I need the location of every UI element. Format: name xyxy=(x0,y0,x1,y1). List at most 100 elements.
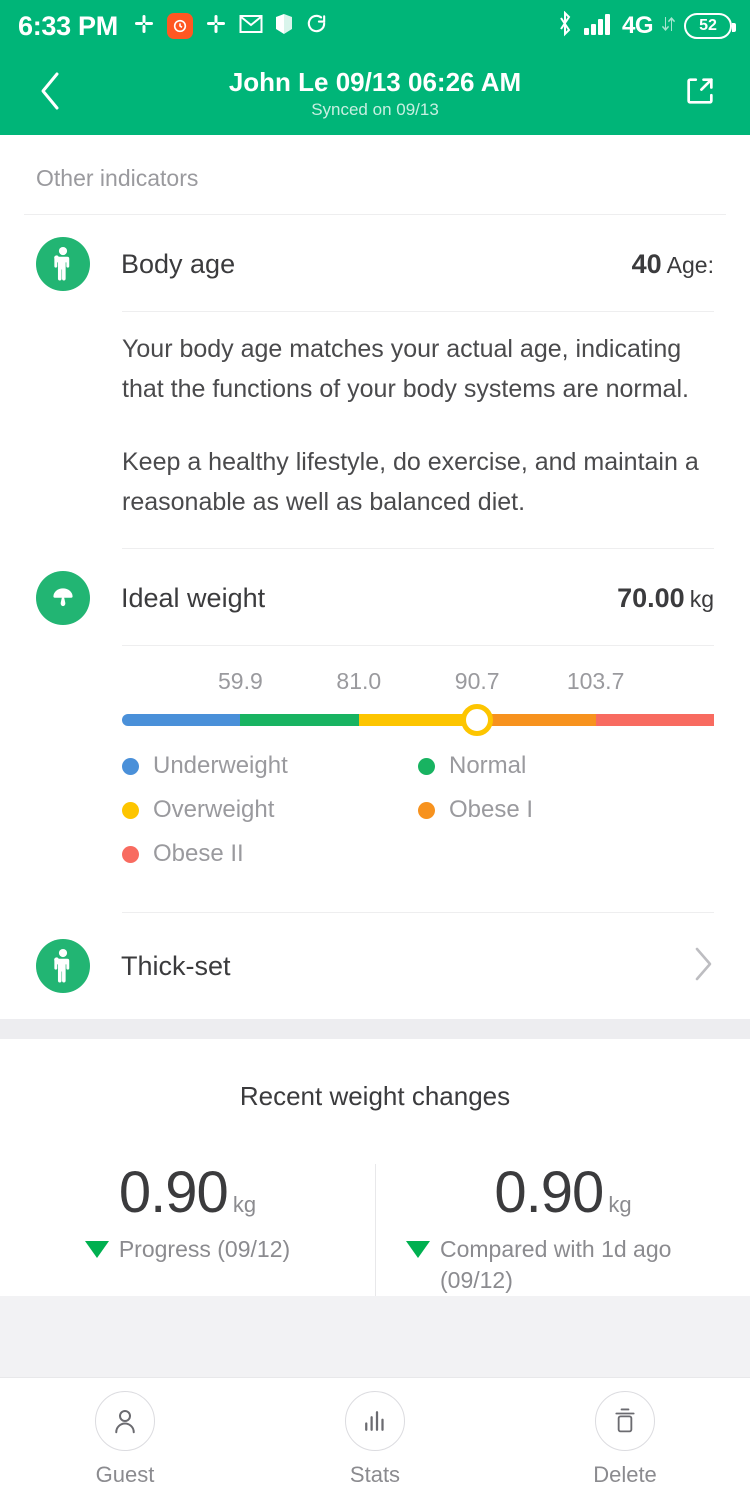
status-bar-clock: 6:33 PM xyxy=(18,10,118,41)
chevron-right-icon[interactable] xyxy=(692,945,714,988)
slack-icon xyxy=(132,12,156,41)
ideal-weight-number: 70.00 xyxy=(617,582,685,613)
trend-down-icon xyxy=(406,1241,430,1258)
bmi-scale-ticks: 59.9 81.0 90.7 103.7 xyxy=(122,668,714,702)
bmi-tick-label: 59.9 xyxy=(218,668,263,694)
stat-value: 0.90 xyxy=(494,1160,604,1225)
legend-dot-icon xyxy=(122,801,139,819)
main-content: Other indicators Body age 40 Age: Your b… xyxy=(0,135,750,1019)
bottom-item-delete[interactable]: Delete xyxy=(500,1390,750,1488)
app-header-titles: John Le 09/13 06:26 AM Synced on 09/13 xyxy=(0,52,750,135)
legend-dot-icon xyxy=(122,757,139,775)
stat-caption: Compared with 1d ago (09/12) xyxy=(440,1236,672,1294)
battery-percent-label: 52 xyxy=(699,17,717,34)
status-bar-notification-icons xyxy=(132,12,328,41)
legend-item: Obese I xyxy=(418,796,714,824)
bmi-segment-normal xyxy=(240,714,359,726)
stat-value: 0.90 xyxy=(118,1160,229,1225)
share-button[interactable] xyxy=(672,66,728,122)
bmi-tick-label: 90.7 xyxy=(454,668,500,694)
bmi-segment-underweight xyxy=(122,714,241,726)
stat-progress: 0.90 kg Progress (09/12) xyxy=(0,1164,375,1296)
app-screen: 6:33 PM 4G 52 John Le 09/13 06:26 AM Syn… xyxy=(0,0,750,1500)
body-age-number: 40 xyxy=(631,248,662,279)
network-activity-icon xyxy=(662,15,675,38)
bmi-segment-overweight xyxy=(358,714,478,726)
body-age-paragraph: Keep a healthy lifestyle, do exercise, a… xyxy=(122,448,699,516)
bmi-tick-label: 81.0 xyxy=(336,668,382,694)
bottom-item-guest[interactable]: Guest xyxy=(0,1390,250,1488)
body-type-row[interactable]: Thick-set xyxy=(0,913,750,1019)
gmail-icon xyxy=(239,14,263,39)
legend-dot-icon xyxy=(418,801,435,819)
signal-icon xyxy=(583,12,613,41)
back-button[interactable] xyxy=(22,66,78,122)
chevron-left-icon xyxy=(37,70,63,117)
trash-icon xyxy=(595,1390,655,1451)
bmi-marker-knob[interactable] xyxy=(461,704,494,736)
stat-caption-group: Compared with 1d ago (09/12) xyxy=(406,1234,720,1296)
bar-chart-icon xyxy=(345,1390,405,1451)
network-type-label: 4G xyxy=(621,12,654,39)
bmi-scale-bar[interactable] xyxy=(122,704,715,736)
scale-icon xyxy=(36,571,90,625)
person-icon xyxy=(36,237,90,291)
legend-label: Overweight xyxy=(153,796,275,823)
app-header: John Le 09/13 06:26 AM Synced on 09/13 xyxy=(0,52,750,135)
legend-item: Obese II xyxy=(122,840,418,868)
section-title-other-indicators: Other indicators xyxy=(36,165,199,191)
bottom-item-label: Guest xyxy=(95,1461,155,1487)
recent-weight-changes-section: Recent weight changes 0.90 kg Progress (… xyxy=(0,1039,750,1297)
legend-item: Overweight xyxy=(122,796,418,824)
stat-value-group: 0.90 kg xyxy=(119,1164,256,1222)
ideal-weight-label: Ideal weight xyxy=(121,582,266,613)
stat-unit: kg xyxy=(608,1192,632,1217)
sync-icon xyxy=(305,12,328,40)
book-icon xyxy=(274,12,294,41)
ideal-weight-unit: kg xyxy=(689,585,714,612)
stat-caption: Progress (09/12) xyxy=(118,1236,291,1262)
stat-unit: kg xyxy=(232,1192,257,1217)
bmi-segment-obese-i xyxy=(477,714,596,726)
stat-caption-group: Progress (09/12) xyxy=(84,1234,291,1265)
legend-dot-icon xyxy=(122,845,139,863)
app-badge-icon xyxy=(166,13,193,39)
sync-status-label: Synced on 09/13 xyxy=(311,100,439,120)
bottom-action-bar: Guest Stats Delete xyxy=(0,1377,750,1500)
trend-down-icon xyxy=(84,1241,109,1258)
bmi-segment-obese-ii xyxy=(595,714,715,726)
user-icon xyxy=(95,1390,155,1451)
legend-item: Underweight xyxy=(122,752,418,780)
body-age-value: 40 Age: xyxy=(632,249,714,280)
ideal-weight-row[interactable]: Ideal weight 70.00 kg xyxy=(0,549,750,645)
legend-dot-icon xyxy=(418,757,435,775)
status-bar: 6:33 PM 4G 52 xyxy=(0,0,750,52)
recent-weight-changes-title: Recent weight changes xyxy=(239,1081,511,1111)
status-bar-system-icons: 4G 52 xyxy=(556,10,736,42)
legend-item: Normal xyxy=(418,752,714,780)
bluetooth-icon xyxy=(556,10,574,42)
share-icon xyxy=(683,74,717,113)
battery-icon: 52 xyxy=(684,13,736,39)
bmi-legend: Underweight Normal Overweight Obese I Ob… xyxy=(122,752,714,868)
person-icon xyxy=(36,939,90,993)
legend-label: Obese I xyxy=(449,796,534,823)
body-age-label: Body age xyxy=(121,248,236,279)
bmi-scale-widget: 59.9 81.0 90.7 103.7 Underweight Normal … xyxy=(0,646,750,878)
bottom-item-stats[interactable]: Stats xyxy=(250,1390,500,1488)
legend-label: Normal xyxy=(449,752,527,779)
section-gap xyxy=(0,1019,750,1039)
recent-weight-stats: 0.90 kg Progress (09/12) 0.90 kg Compare… xyxy=(0,1164,750,1297)
body-age-description: Your body age matches your actual age, i… xyxy=(0,312,750,548)
body-age-unit: Age: xyxy=(666,251,714,278)
bottom-item-label: Stats xyxy=(349,1461,401,1487)
legend-label: Underweight xyxy=(153,752,288,779)
bottom-item-label: Delete xyxy=(593,1461,657,1487)
page-title: John Le 09/13 06:26 AM xyxy=(228,66,522,97)
stat-value-group: 0.90 kg xyxy=(494,1164,631,1222)
body-age-paragraph: Your body age matches your actual age, i… xyxy=(122,335,689,403)
bmi-tick-label: 103.7 xyxy=(566,668,625,694)
body-age-row[interactable]: Body age 40 Age: xyxy=(0,215,750,311)
body-type-label: Thick-set xyxy=(121,950,231,981)
ideal-weight-value: 70.00 kg xyxy=(617,583,714,614)
